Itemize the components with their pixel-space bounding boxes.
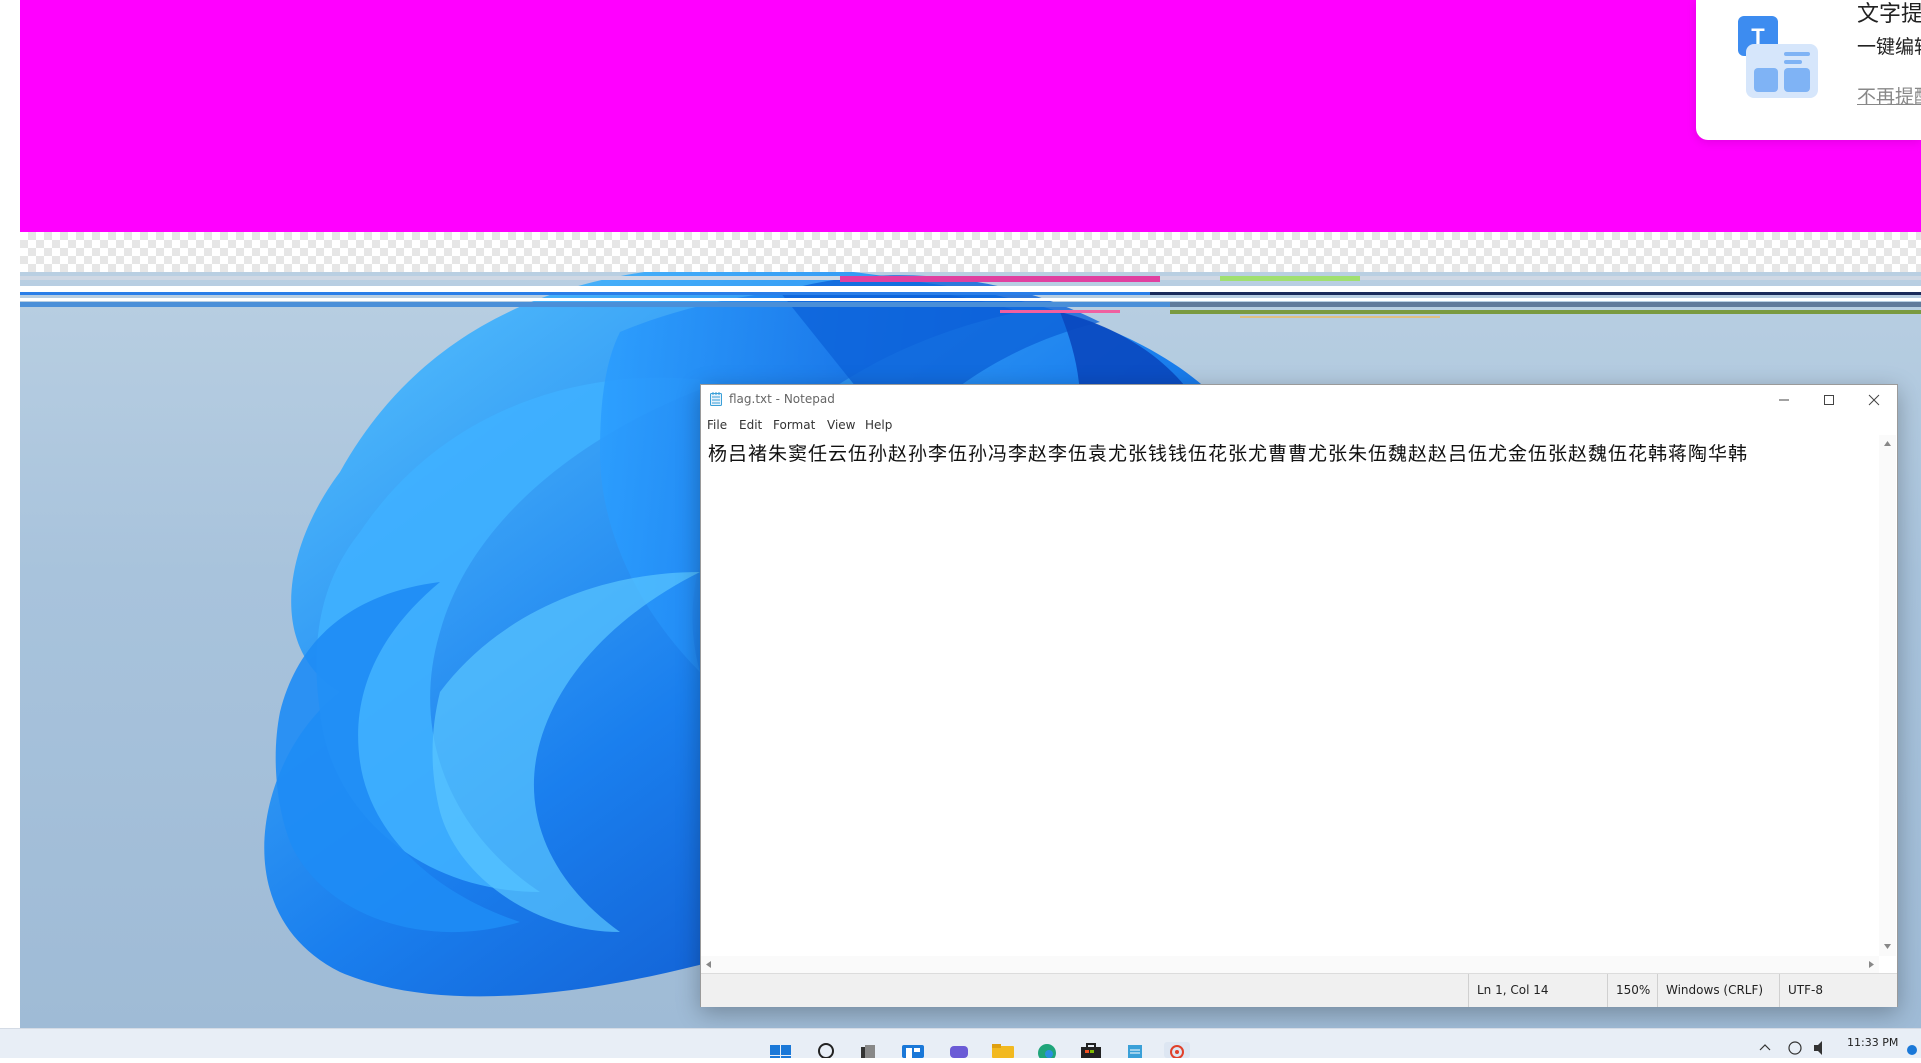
- left-border: [0, 0, 20, 1057]
- scroll-up-arrow-icon[interactable]: [1884, 441, 1891, 446]
- corrupted-magenta-region: [20, 0, 1921, 232]
- close-icon: [1868, 394, 1880, 406]
- notepad-window[interactable]: flag.txt - Notepad File Edit Format View…: [700, 384, 1898, 1007]
- maximize-button[interactable]: [1807, 385, 1851, 415]
- horizontal-scrollbar[interactable]: [701, 956, 1879, 973]
- status-line-ending: Windows (CRLF): [1657, 974, 1780, 1007]
- notification-title: 文字提: [1857, 2, 1921, 27]
- menu-help[interactable]: Help: [865, 418, 892, 432]
- scroll-left-arrow-icon[interactable]: [706, 961, 711, 968]
- cursor-position-text: Ln 1, Col 14: [1477, 983, 1549, 997]
- encoding-text: UTF-8: [1788, 983, 1823, 997]
- transparency-checkerboard: [20, 232, 1921, 272]
- notepad-icon[interactable]: [1122, 1042, 1148, 1058]
- maximize-icon: [1824, 395, 1834, 405]
- scroll-down-arrow-icon[interactable]: [1884, 944, 1891, 949]
- menu-bar: File Edit Format View Help: [701, 415, 1897, 435]
- status-bar: Ln 1, Col 14 150% Windows (CRLF) UTF-8: [701, 973, 1897, 1007]
- task-view-icon[interactable]: [856, 1042, 882, 1058]
- menu-format[interactable]: Format: [773, 418, 815, 432]
- menu-file[interactable]: File: [707, 418, 727, 432]
- editor-content[interactable]: 杨吕褚朱窦任云伍孙赵孙李伍孙冯李赵李伍袁尤张钱钱伍花张尤曹曹尤张朱伍魏赵赵吕伍尤…: [708, 439, 1748, 466]
- windows-start-icon[interactable]: [768, 1042, 794, 1058]
- edge-icon[interactable]: [1034, 1042, 1060, 1062]
- status-cursor-position: Ln 1, Col 14: [1468, 974, 1608, 1007]
- scroll-right-arrow-icon[interactable]: [1869, 961, 1874, 968]
- minimize-button[interactable]: [1762, 385, 1806, 415]
- status-encoding: UTF-8: [1779, 974, 1898, 1007]
- notification-bell-icon[interactable]: [1907, 1045, 1917, 1055]
- title-bar[interactable]: flag.txt - Notepad: [701, 385, 1897, 415]
- volume-icon[interactable]: [1814, 1041, 1822, 1055]
- zoom-text: 150%: [1616, 983, 1651, 997]
- window-title: flag.txt - Notepad: [729, 392, 835, 406]
- dont-remind-link[interactable]: 不再提醒: [1857, 82, 1921, 109]
- menu-edit[interactable]: Edit: [739, 418, 762, 432]
- widgets-icon[interactable]: [900, 1042, 926, 1058]
- chevron-up-icon[interactable]: [1759, 1044, 1771, 1051]
- taskbar: [0, 1028, 1921, 1062]
- minimize-icon: [1779, 399, 1789, 401]
- app-icon[interactable]: [1164, 1042, 1190, 1059]
- text-editor[interactable]: 杨吕褚朱窦任云伍孙赵孙李伍孙冯李赵李伍袁尤张钱钱伍花张尤曹曹尤张朱伍魏赵赵吕伍尤…: [701, 435, 1879, 956]
- glitch-stripes: [20, 272, 1921, 324]
- line-ending-text: Windows (CRLF): [1666, 983, 1764, 997]
- teams-chat-icon[interactable]: [946, 1042, 972, 1058]
- menu-view[interactable]: View: [827, 418, 855, 432]
- notification-popup[interactable]: T 文字提 一键编辑 不再提醒: [1696, 0, 1921, 140]
- status-zoom: 150%: [1607, 974, 1658, 1007]
- vertical-scrollbar[interactable]: [1879, 435, 1896, 956]
- search-icon[interactable]: [814, 1042, 840, 1059]
- network-icon[interactable]: [1788, 1041, 1802, 1055]
- clock: 11:33 PM: [1847, 1036, 1899, 1049]
- file-explorer-icon[interactable]: [990, 1042, 1016, 1058]
- notepad-icon: [710, 392, 722, 411]
- notification-subtitle: 一键编辑: [1857, 36, 1921, 58]
- close-button[interactable]: [1852, 385, 1896, 415]
- text-extract-icon: T: [1736, 8, 1824, 105]
- store-icon[interactable]: [1078, 1042, 1104, 1058]
